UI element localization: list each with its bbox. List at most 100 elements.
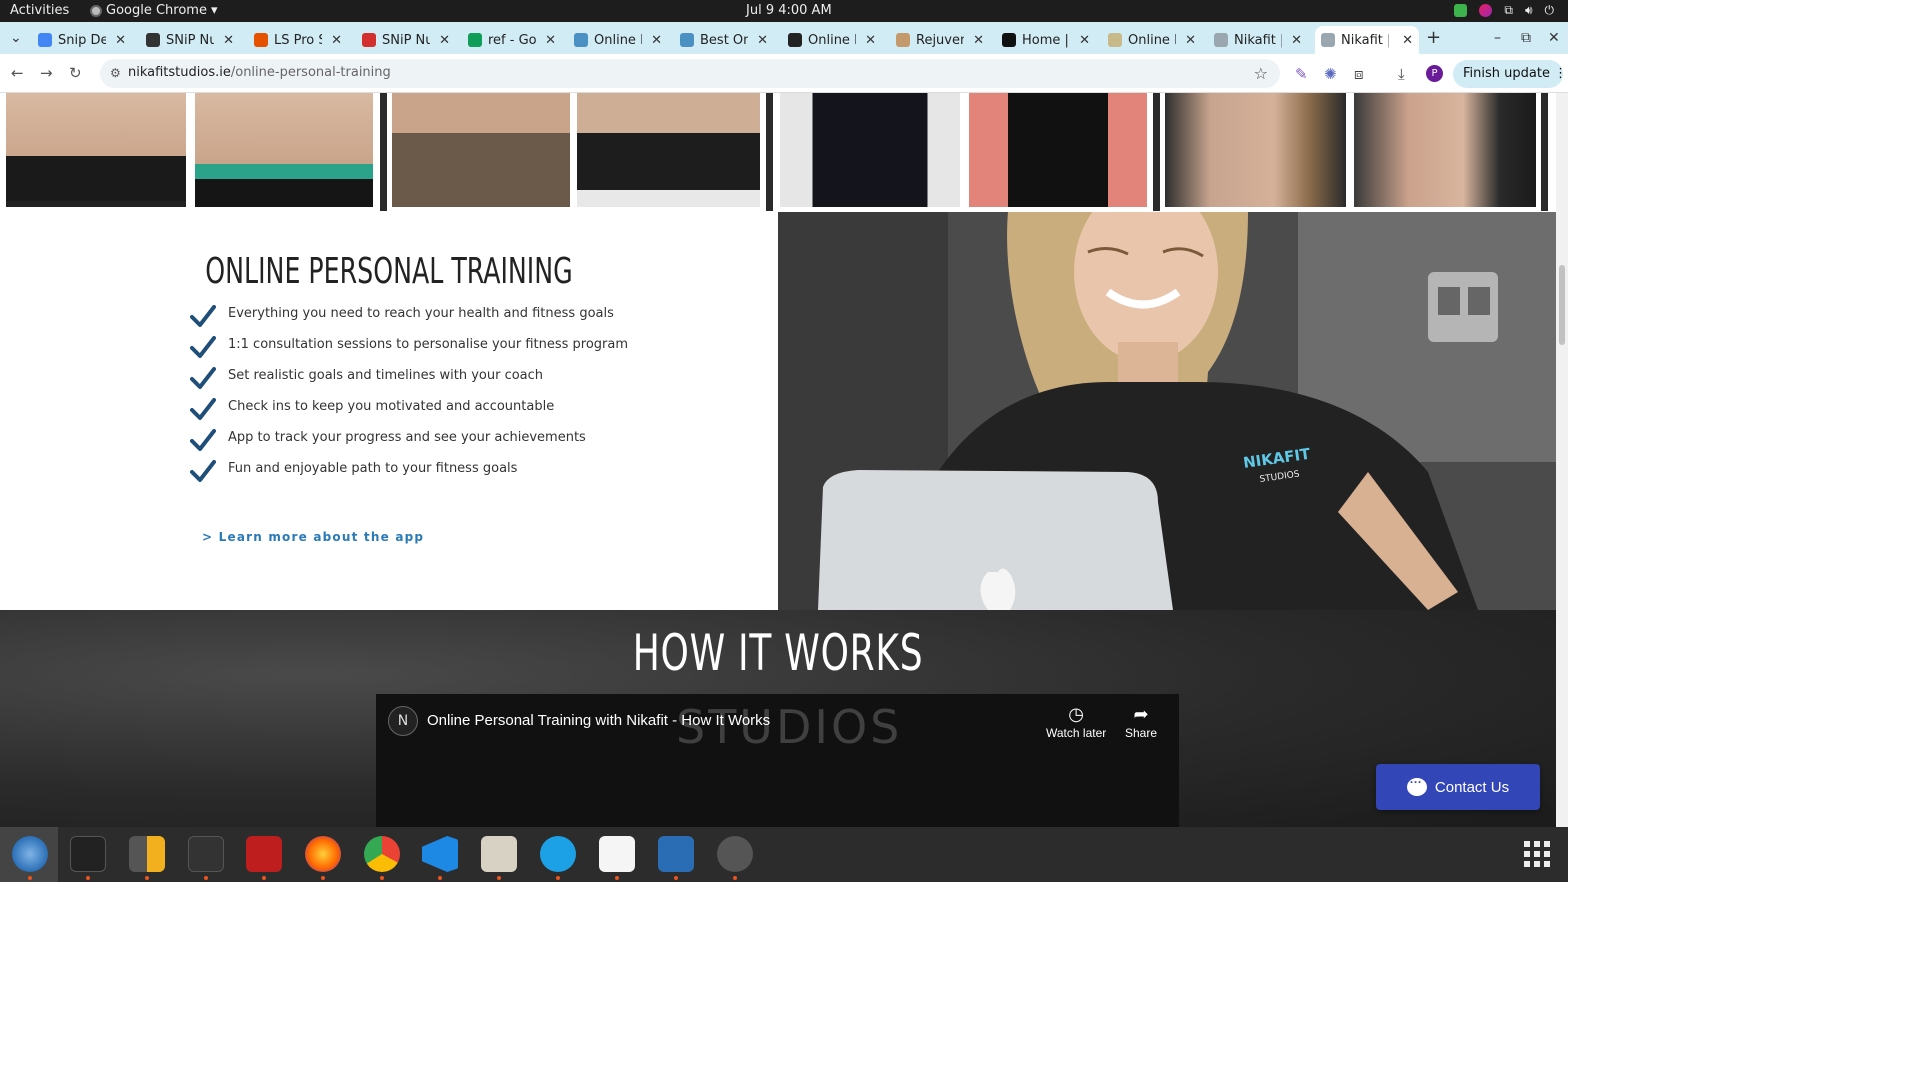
browser-tab[interactable]: SNiP Nut ✕ — [356, 26, 456, 54]
transformation-photo — [6, 93, 186, 207]
finish-update-button[interactable]: Finish update ⋮ — [1453, 60, 1567, 88]
browser-tab[interactable]: LS Pro Sy ✕ — [248, 26, 348, 54]
show-apps-grid-icon[interactable] — [1524, 841, 1550, 867]
photo-border — [6, 201, 186, 207]
power-icon[interactable]: ⏻ — [1545, 3, 1555, 18]
maximize-icon[interactable]: ⧉ — [1521, 30, 1531, 46]
pen-extension-icon[interactable]: ✎ — [1295, 65, 1308, 83]
browser-tab[interactable]: Snip Det ✕ — [32, 26, 132, 54]
channel-avatar[interactable]: N — [388, 706, 418, 736]
tab-search-icon[interactable]: ⌄ — [10, 30, 22, 46]
terminal-icon[interactable] — [70, 836, 106, 872]
gear-extension-icon[interactable]: ✺ — [1324, 65, 1337, 83]
page-scrollbar[interactable] — [1556, 93, 1568, 827]
tab-title: Snip Det — [58, 32, 106, 48]
close-tab-icon[interactable]: ✕ — [1185, 33, 1196, 48]
share-button[interactable]: ➦ Share — [1125, 704, 1157, 740]
tab-title: Nikafit | — [1234, 32, 1282, 48]
browser-tab[interactable]: ref - Goo ✕ — [462, 26, 562, 54]
bookmark-star-icon[interactable]: ☆ — [1254, 64, 1268, 83]
back-icon[interactable]: ← — [11, 64, 24, 82]
contact-us-button[interactable]: Contact Us — [1376, 764, 1540, 810]
close-window-icon[interactable]: ✕ — [1548, 30, 1560, 46]
minimize-icon[interactable]: – — [1494, 30, 1501, 46]
browser-tab[interactable]: Best Onl ✕ — [674, 26, 774, 54]
profile-avatar[interactable]: P — [1426, 65, 1443, 82]
close-tab-icon[interactable]: ✕ — [1079, 33, 1090, 48]
close-tab-icon[interactable]: ✕ — [331, 33, 342, 48]
libreoffice-writer-icon[interactable] — [658, 836, 694, 872]
system-monitor-icon[interactable] — [188, 836, 224, 872]
dock — [0, 827, 1568, 882]
browser-tab[interactable]: Rejuven ✕ — [890, 26, 990, 54]
favicon-icon — [146, 33, 160, 47]
running-indicator — [28, 876, 32, 880]
feature-text: Check ins to keep you motivated and acco… — [228, 399, 555, 414]
url-text[interactable]: nikafitstudios.ie/online-personal-traini… — [128, 65, 391, 80]
woman-with-laptop-illustration: NIKAFIT STUDIOS — [778, 212, 1556, 610]
color-picker-icon[interactable] — [1479, 4, 1493, 17]
transformation-photo — [1354, 93, 1536, 207]
browser-tab[interactable]: Online Fi ✕ — [782, 26, 882, 54]
browser-tab[interactable]: Online P ✕ — [1102, 26, 1202, 54]
close-tab-icon[interactable]: ✕ — [223, 33, 234, 48]
favicon-icon — [1321, 33, 1335, 47]
download-icon[interactable]: ⤓ — [1398, 65, 1405, 83]
how-it-works-section: HOW IT WORKS STUDIOS N Online Personal T… — [0, 610, 1556, 827]
tab-title: ref - Goo — [488, 32, 536, 48]
favicon-icon — [896, 33, 910, 47]
system-tray[interactable]: ⧉ 🔊︎ ⏻ — [1454, 3, 1554, 18]
forward-icon[interactable]: → — [40, 64, 53, 82]
browser-tab[interactable]: SNiP Nut ✕ — [140, 26, 240, 54]
reload-icon[interactable]: ↻ — [69, 64, 82, 82]
files-icon[interactable] — [481, 836, 517, 872]
extensions-puzzle-icon[interactable]: ⧈ — [1354, 65, 1364, 83]
system-top-bar: Activities Google Chrome ▾ Jul 9 4:00 AM… — [0, 0, 1568, 22]
calculator-icon[interactable] — [129, 836, 165, 872]
checkmark-icon — [190, 305, 216, 327]
volume-icon[interactable]: 🔊︎ — [1525, 3, 1533, 18]
update-status-icon[interactable] — [1454, 4, 1468, 17]
video-title[interactable]: Online Personal Training with Nikafit - … — [427, 712, 770, 729]
close-tab-icon[interactable]: ✕ — [545, 33, 556, 48]
favicon-icon — [362, 33, 376, 47]
disk-icon[interactable] — [717, 836, 753, 872]
activities-button[interactable]: Activities — [10, 3, 69, 18]
video-player[interactable]: STUDIOS N Online Personal Training with … — [376, 694, 1179, 827]
chrome-icon[interactable] — [364, 836, 400, 872]
thunderbird-icon[interactable] — [12, 836, 48, 872]
site-info-icon[interactable]: ⚙ — [110, 66, 121, 80]
watch-later-button[interactable]: ◷ Watch later — [1046, 704, 1106, 740]
close-tab-icon[interactable]: ✕ — [757, 33, 768, 48]
tab-title: Online Fi — [808, 32, 856, 48]
close-tab-icon[interactable]: ✕ — [973, 33, 984, 48]
scrollbar-thumb[interactable] — [1559, 265, 1565, 345]
running-indicator — [380, 876, 384, 880]
address-bar[interactable]: ⚙ nikafitstudios.ie/online-personal-trai… — [100, 59, 1280, 88]
close-tab-icon[interactable]: ✕ — [651, 33, 662, 48]
learn-more-link[interactable]: > Learn more about the app — [202, 530, 424, 544]
close-tab-icon[interactable]: ✕ — [115, 33, 126, 48]
firefox-icon[interactable] — [305, 836, 341, 872]
network-icon[interactable]: ⧉ — [1504, 3, 1513, 18]
close-tab-icon[interactable]: ✕ — [1291, 33, 1302, 48]
text-editor-icon[interactable] — [599, 836, 635, 872]
vscode-icon[interactable] — [422, 836, 458, 872]
skype-icon[interactable] — [540, 836, 576, 872]
close-tab-icon[interactable]: ✕ — [439, 33, 450, 48]
app-menu[interactable]: Google Chrome ▾ — [90, 3, 218, 18]
clock[interactable]: Jul 9 4:00 AM — [746, 3, 832, 18]
browser-tab[interactable]: Nikafit | ✕ — [1315, 26, 1419, 54]
running-indicator — [321, 876, 325, 880]
close-tab-icon[interactable]: ✕ — [1402, 33, 1413, 48]
photo-divider — [766, 93, 773, 211]
close-tab-icon[interactable]: ✕ — [865, 33, 876, 48]
browser-tab[interactable]: Home | D ✕ — [996, 26, 1096, 54]
feature-text: App to track your progress and see your … — [228, 430, 586, 445]
browser-tab[interactable]: Nikafit | ✕ — [1208, 26, 1308, 54]
chevron-down-icon: ▾ — [210, 3, 218, 18]
new-tab-button[interactable]: + — [1426, 27, 1441, 48]
browser-tab[interactable]: Online Fi ✕ — [568, 26, 668, 54]
transformation-photo — [1165, 93, 1346, 207]
filezilla-icon[interactable] — [246, 836, 282, 872]
